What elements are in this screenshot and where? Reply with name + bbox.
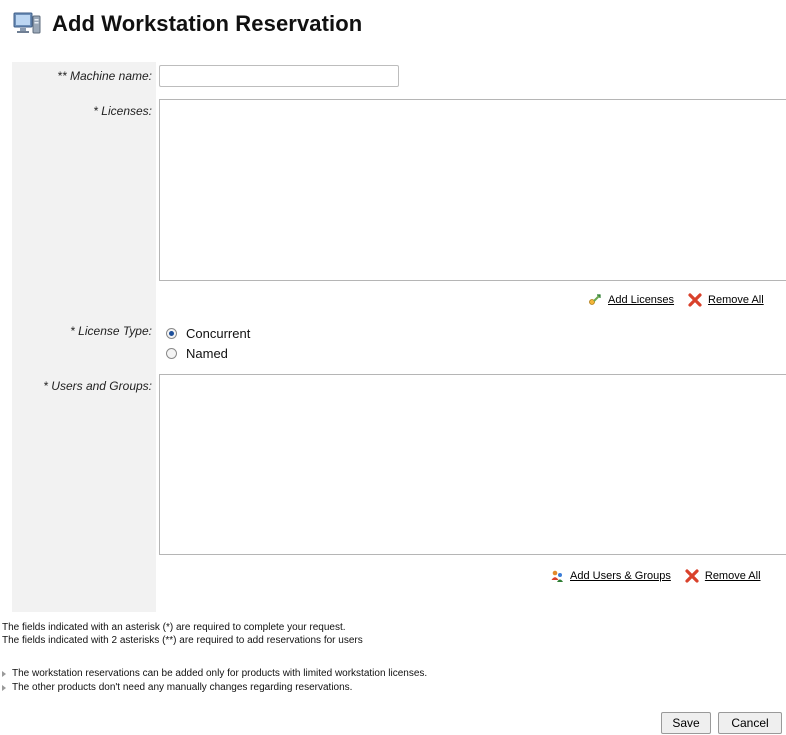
remove-all-icon[interactable] <box>685 569 699 583</box>
users-actions: Add Users & Groups Remove All <box>550 569 761 583</box>
workstation-icon <box>12 11 42 37</box>
remove-all-icon[interactable] <box>688 293 702 307</box>
licenses-label: * Licenses: <box>93 104 152 118</box>
license-type-concurrent[interactable]: Concurrent <box>166 326 250 341</box>
named-label: Named <box>186 346 228 361</box>
add-users-groups-link[interactable]: Add Users & Groups <box>570 570 671 582</box>
license-type-label: * License Type: <box>70 324 152 338</box>
add-licenses-icon[interactable] <box>588 293 602 307</box>
machine-name-input[interactable] <box>159 65 399 87</box>
bullet-arrow-icon <box>2 684 6 691</box>
info-bullet-1: The workstation reservations can be adde… <box>2 668 427 679</box>
bullet-arrow-icon <box>2 670 6 677</box>
machine-name-label: ** Machine name: <box>57 69 152 83</box>
users-groups-label: * Users and Groups: <box>43 379 152 393</box>
concurrent-radio[interactable] <box>166 328 177 339</box>
page-title: Add Workstation Reservation <box>52 11 363 36</box>
required-note-2: The fields indicated with 2 asterisks (*… <box>2 635 363 646</box>
add-users-groups-icon[interactable] <box>550 569 564 583</box>
remove-all-users-link[interactable]: Remove All <box>705 570 761 582</box>
remove-all-licenses-link[interactable]: Remove All <box>708 294 764 306</box>
license-type-named[interactable]: Named <box>166 346 228 361</box>
users-groups-list[interactable] <box>159 374 786 555</box>
info-bullet-2-text: The other products don't need any manual… <box>12 682 353 693</box>
required-note-1: The fields indicated with an asterisk (*… <box>2 622 346 633</box>
page-header: Add Workstation Reservation <box>12 8 362 40</box>
cancel-button[interactable]: Cancel <box>718 712 782 734</box>
licenses-actions: Add Licenses Remove All <box>588 293 764 307</box>
licenses-list[interactable] <box>159 99 786 281</box>
save-button[interactable]: Save <box>661 712 711 734</box>
named-radio[interactable] <box>166 348 177 359</box>
info-bullet-2: The other products don't need any manual… <box>2 682 352 693</box>
add-licenses-link[interactable]: Add Licenses <box>608 294 674 306</box>
info-bullet-1-text: The workstation reservations can be adde… <box>12 668 428 679</box>
concurrent-label: Concurrent <box>186 326 251 341</box>
